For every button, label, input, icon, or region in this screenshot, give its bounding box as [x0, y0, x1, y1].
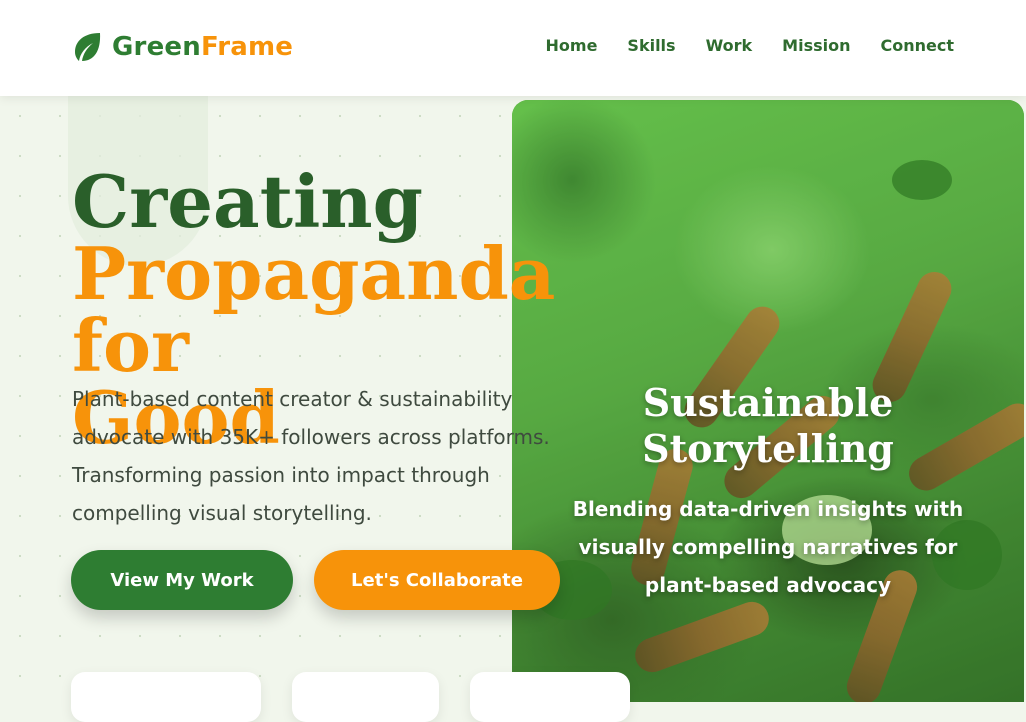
site-header: Green Frame Home Skills Work Mission Conn…: [0, 0, 1026, 96]
card-description: Blending data-driven insights with visua…: [572, 497, 964, 597]
nav-skills[interactable]: Skills: [627, 36, 675, 55]
nav-mission[interactable]: Mission: [782, 36, 850, 55]
stat-card: [71, 672, 261, 722]
stat-card: [470, 672, 630, 722]
main-nav: Home Skills Work Mission Connect: [546, 36, 954, 55]
brand-name-part2: Frame: [200, 32, 294, 62]
brand-logo[interactable]: Green Frame: [70, 30, 293, 64]
nav-work[interactable]: Work: [706, 36, 753, 55]
view-my-work-button[interactable]: View My Work: [71, 550, 293, 610]
hero-description: Plant-based content creator & sustainabi…: [72, 387, 550, 525]
brand-name-part1: Green: [112, 32, 201, 62]
leaf-icon: [75, 33, 101, 61]
hero-title-line2: Propaganda for: [72, 231, 556, 389]
stat-card: [292, 672, 439, 722]
lets-collaborate-button[interactable]: Let's Collaborate: [314, 550, 560, 610]
nav-connect[interactable]: Connect: [881, 36, 955, 55]
nav-home[interactable]: Home: [546, 36, 598, 55]
hero-title-line1: Creating: [72, 159, 423, 245]
